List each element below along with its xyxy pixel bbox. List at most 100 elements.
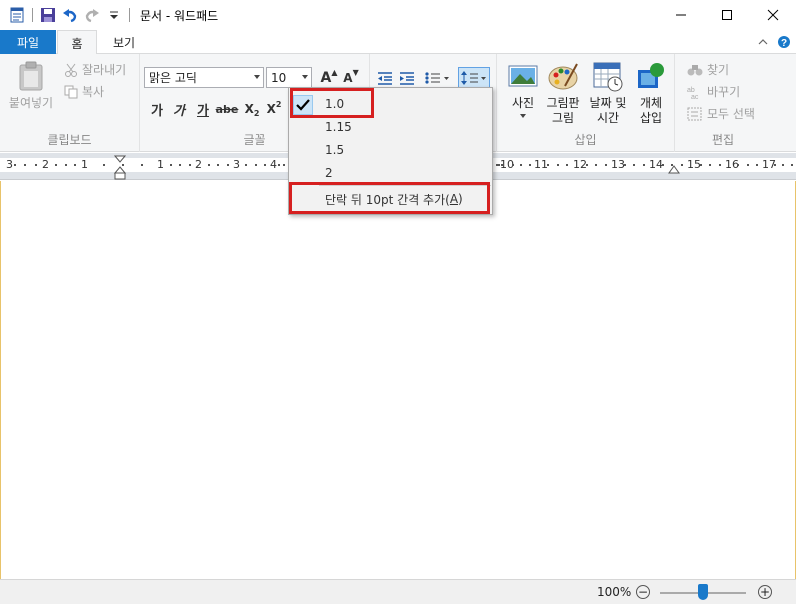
redo-icon[interactable] — [81, 4, 103, 26]
ruler-tick — [141, 164, 143, 166]
save-icon[interactable] — [37, 4, 59, 26]
ruler-number: 4 — [270, 158, 277, 171]
tab-view[interactable]: 보기 — [104, 30, 144, 54]
decrease-indent-button[interactable] — [374, 67, 396, 89]
ruler-tick — [65, 164, 67, 166]
menu-item-2[interactable]: 2 — [289, 162, 492, 184]
ruler-number: 11 — [534, 158, 548, 171]
paint-drawing-button[interactable]: 그림판 그림 — [543, 60, 583, 126]
menu-item-1-15[interactable]: 1.15 — [289, 116, 492, 138]
ruler-tick — [245, 164, 247, 166]
increase-indent-button[interactable] — [396, 67, 418, 89]
ruler-tick — [278, 164, 280, 166]
window-controls — [658, 0, 796, 30]
help-icon[interactable]: ? — [776, 33, 792, 51]
customize-icon[interactable] — [103, 4, 125, 26]
menu-item-label: 1.15 — [325, 120, 352, 134]
ruler-tick — [498, 164, 500, 166]
ruler-tick — [624, 164, 626, 166]
title-bar: 문서 - 워드패드 — [0, 0, 796, 30]
cut-button[interactable]: 잘라내기 — [64, 61, 126, 78]
copy-button[interactable]: 복사 — [64, 83, 104, 100]
shrink-font-button[interactable]: A ▼ — [340, 67, 362, 89]
tab-file[interactable]: 파일 — [0, 30, 56, 54]
datetime-button[interactable]: 날짜 및 시간 — [585, 60, 631, 126]
minimize-button[interactable] — [658, 0, 704, 30]
select-all-label: 모두 선택 — [707, 107, 755, 121]
chevron-down-icon — [254, 75, 260, 79]
collapse-ribbon-icon[interactable] — [756, 33, 770, 51]
ruler-number: 3 — [233, 158, 240, 171]
font-size-select[interactable]: 10 — [266, 67, 312, 88]
ribbon-tabs: 파일 홈 보기 ? — [0, 30, 796, 55]
ruler-tick — [179, 164, 181, 166]
ruler-tick — [643, 164, 645, 166]
zoom-out-button[interactable]: − — [636, 585, 650, 599]
replace-icon: abac — [687, 87, 699, 99]
strikethrough-button[interactable]: abe — [216, 98, 239, 120]
highlight-box — [289, 182, 490, 214]
replace-button[interactable]: ab ac 바꾸기 — [687, 83, 740, 100]
ruler-number: 2 — [42, 158, 49, 171]
right-indent-marker-icon[interactable] — [668, 165, 680, 175]
underline-button[interactable]: 가 — [192, 98, 214, 120]
datetime-label-2: 시간 — [596, 111, 620, 125]
ruler-tick — [74, 164, 76, 166]
select-all-button[interactable]: 모두 선택 — [687, 105, 755, 122]
svg-text:?: ? — [781, 38, 787, 49]
status-bar: 100% − + — [0, 579, 796, 604]
paint-label-1: 그림판 — [546, 96, 580, 110]
subscript-button[interactable]: X2 — [241, 98, 263, 120]
wordpad-icon[interactable] — [6, 4, 28, 26]
insert-picture-button[interactable]: 사진 — [505, 60, 541, 119]
zoom-slider-thumb[interactable] — [698, 584, 708, 600]
object-label-1: 개체 — [639, 96, 663, 110]
document-area[interactable] — [0, 181, 796, 579]
datetime-label-1: 날짜 및 — [589, 96, 627, 110]
ruler-tick — [512, 164, 514, 166]
grow-font-button[interactable]: A ▲ — [318, 67, 340, 89]
ruler-tick — [737, 164, 739, 166]
line-spacing-icon — [461, 71, 486, 85]
ruler-tick — [756, 164, 758, 166]
paste-button[interactable]: 붙여넣기 — [6, 60, 56, 111]
ruler-number: 3 — [6, 158, 13, 171]
highlight-box — [290, 88, 374, 118]
tab-home[interactable]: 홈 — [57, 30, 97, 55]
paste-label: 붙여넣기 — [8, 96, 54, 110]
indent-marker-icon[interactable] — [114, 155, 126, 181]
ruler-tick — [529, 164, 531, 166]
undo-icon[interactable] — [59, 4, 81, 26]
bold-button[interactable]: 가 — [146, 98, 168, 120]
close-icon — [767, 9, 779, 21]
ruler-tick — [35, 164, 37, 166]
zoom-in-button[interactable]: + — [758, 585, 772, 599]
font-name-select[interactable]: 맑은 고딕 — [144, 67, 264, 88]
clipboard-group-label: 클립보드 — [47, 133, 92, 147]
menu-item-1-5[interactable]: 1.5 — [289, 139, 492, 161]
window-title: 문서 - 워드패드 — [140, 8, 219, 23]
line-spacing-button[interactable] — [458, 67, 490, 89]
ruler-tick — [719, 164, 721, 166]
maximize-button[interactable] — [704, 0, 750, 30]
ruler-tick — [782, 164, 784, 166]
ruler-tick — [264, 164, 266, 166]
ruler-tick — [55, 164, 57, 166]
superscript-button[interactable]: X2 — [263, 98, 285, 120]
bullets-button[interactable] — [422, 67, 452, 89]
insert-group: 사진 그림판 그림 날짜 및 시간 개체 삽입 삽입 — [497, 54, 675, 152]
close-button[interactable] — [750, 0, 796, 30]
ruler-tick — [24, 164, 26, 166]
insert-object-button[interactable]: 개체 삽입 — [633, 60, 669, 126]
svg-text:ac: ac — [691, 94, 699, 99]
italic-button[interactable]: 가 — [168, 98, 190, 120]
decrease-indent-icon — [378, 72, 392, 85]
ruler-tick — [520, 164, 522, 166]
ruler-number: 13 — [611, 158, 625, 171]
font-size-value: 10 — [271, 70, 287, 85]
font-name-value: 맑은 고딕 — [149, 71, 197, 85]
ruler-tick — [700, 164, 702, 166]
copy-label: 복사 — [82, 85, 105, 99]
ruler-tick — [501, 164, 503, 166]
find-button[interactable]: 찾기 — [687, 61, 729, 78]
